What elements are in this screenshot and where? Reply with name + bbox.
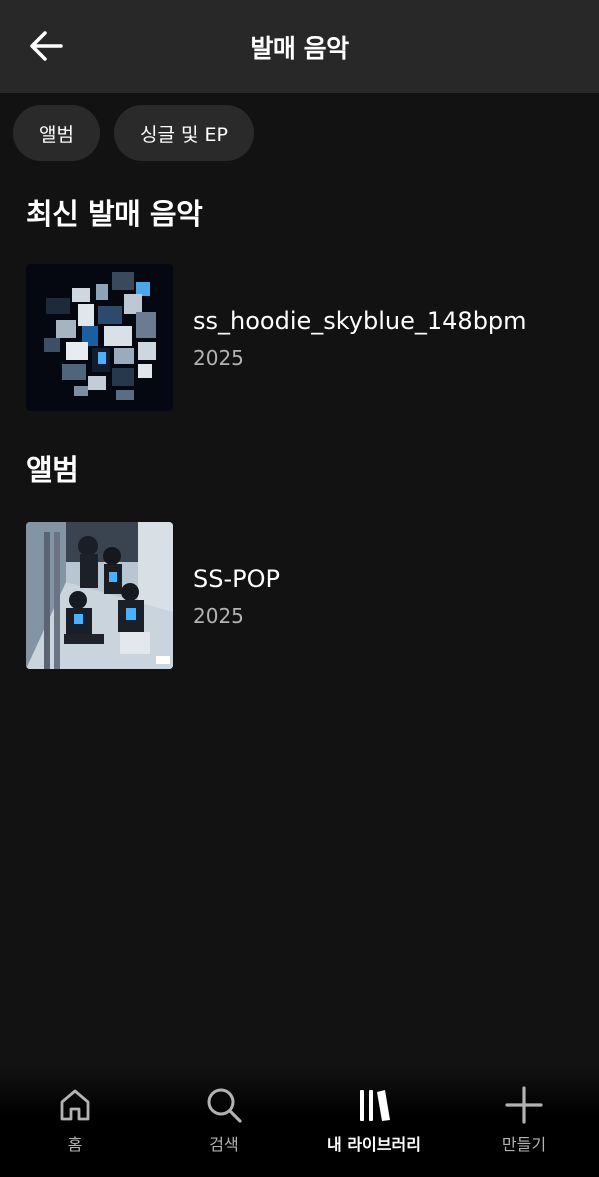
library-icon [354, 1085, 394, 1125]
release-info: ss_hoodie_skyblue_148bpm 2025 [193, 306, 527, 370]
nav-item-search[interactable]: 검색 [149, 1067, 299, 1177]
nav-label-search: 검색 [209, 1135, 239, 1154]
bottom-nav: 홈 검색 내 라이브러리 만들기 [0, 1067, 599, 1177]
album-photo-icon [26, 522, 173, 669]
plus-icon [504, 1085, 544, 1125]
release-year: 2025 [193, 345, 244, 370]
section-title-albums: 앨범 [26, 453, 79, 487]
release-title: ss_hoodie_skyblue_148bpm [193, 306, 527, 335]
filter-chips: 앨범 싱글 및 EP [13, 105, 254, 161]
album-title: SS-POP [193, 564, 280, 593]
release-item[interactable]: ss_hoodie_skyblue_148bpm 2025 [26, 264, 586, 411]
album-info: SS-POP 2025 [193, 564, 280, 628]
section-title-latest: 최신 발매 음악 [26, 197, 203, 231]
nav-item-home[interactable]: 홈 [0, 1067, 150, 1177]
filter-chip-singles-ep[interactable]: 싱글 및 EP [113, 105, 254, 161]
app-root: 발매 음악 앨범 싱글 및 EP 최신 발매 음악 ss_hoodie_skyb… [0, 0, 599, 1177]
nav-item-library[interactable]: 내 라이브러리 [299, 1067, 449, 1177]
top-bar: 발매 음악 [0, 0, 599, 93]
album-item[interactable]: SS-POP 2025 [26, 522, 586, 669]
nav-item-create[interactable]: 만들기 [449, 1067, 599, 1177]
album-year: 2025 [193, 603, 244, 628]
home-icon [55, 1085, 95, 1125]
album-cover [26, 522, 173, 669]
collage-artwork-icon [26, 264, 173, 411]
filter-chip-albums[interactable]: 앨범 [13, 105, 100, 161]
nav-label-library: 내 라이브러리 [327, 1135, 421, 1154]
release-cover [26, 264, 173, 411]
search-icon [204, 1085, 244, 1125]
page-title: 발매 음악 [250, 34, 349, 63]
nav-label-create: 만들기 [501, 1135, 547, 1154]
nav-label-home: 홈 [67, 1135, 83, 1154]
